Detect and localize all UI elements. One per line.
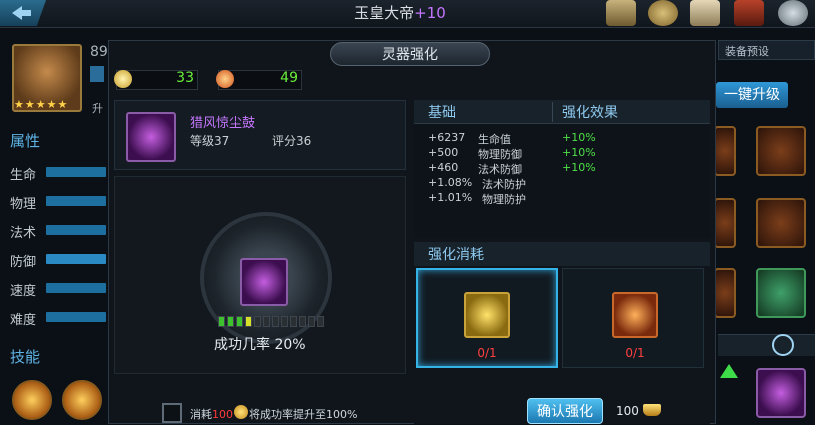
confirm-gold-cost: 100	[616, 404, 639, 418]
progress-pip	[227, 316, 234, 327]
item-name: 猎风惊尘鼓	[190, 116, 256, 131]
equip-slot-2[interactable]	[756, 126, 806, 176]
equip-slot-5[interactable]	[714, 268, 736, 318]
item-level: 等级37	[190, 134, 230, 148]
attr-defense-bar	[46, 254, 106, 264]
attr-defense-label: 防御	[10, 255, 37, 270]
progress-pip	[299, 316, 306, 327]
hero-level: 89	[90, 44, 108, 60]
equipped-drum-slot[interactable]	[756, 368, 806, 418]
bonus-header: 强化效果	[562, 105, 618, 121]
attr-difficulty-bar	[46, 312, 106, 322]
attr-hp-bar	[46, 167, 106, 177]
stat-base: +460	[428, 161, 459, 174]
medal-icon[interactable]	[648, 0, 678, 26]
fire-crystal-icon	[612, 292, 658, 338]
hero-stars: ★★★★★	[14, 98, 69, 111]
stat-base: +6237	[428, 131, 466, 144]
progress-pip	[263, 316, 270, 327]
one-click-upgrade-button[interactable]: 一键升级	[716, 82, 788, 108]
consume-prefix: 消耗	[190, 408, 212, 421]
progress-pip	[281, 316, 288, 327]
equipment-preset-tab[interactable]: 装备预设	[718, 40, 815, 60]
progress-pip	[254, 316, 261, 327]
gold-ingot-icon	[643, 404, 661, 416]
fire-stone-icon	[216, 70, 234, 88]
gold-coin-icon	[234, 405, 248, 419]
upgrade-partial-label: 升	[92, 102, 103, 115]
progress-pip	[308, 316, 315, 327]
stat-name: 物理防御	[478, 148, 522, 161]
stat-bonus: +10%	[562, 146, 596, 159]
hero-bonus: +10	[414, 4, 446, 22]
document-icon[interactable]	[690, 0, 720, 26]
stat-bonus: +10%	[562, 161, 596, 174]
base-header: 基础	[428, 105, 456, 121]
consume-suffix: 将成功率提升至100%	[249, 408, 358, 421]
stat-bonus: +10%	[562, 131, 596, 144]
success-rate: 成功几率 20%	[214, 337, 306, 353]
guarantee-checkbox[interactable]	[162, 403, 182, 423]
magnifier-icon[interactable]	[778, 0, 808, 26]
progress-pip	[290, 316, 297, 327]
item-score: 评分36	[272, 134, 312, 148]
progress-pip	[236, 316, 243, 327]
attr-hp-label: 生命	[10, 168, 37, 183]
skills-title: 技能	[10, 348, 41, 366]
stat-name: 法术防御	[478, 163, 522, 176]
gold-stone-icon	[464, 292, 510, 338]
cost-1-count: 0/1	[477, 346, 497, 360]
cost-2-count: 0/1	[625, 346, 645, 360]
progress-pip	[218, 316, 225, 327]
attr-speed-bar	[46, 283, 106, 293]
back-arrow-icon	[12, 6, 31, 20]
stat-base: +1.08%	[428, 176, 473, 189]
equip-slot-1[interactable]	[714, 126, 736, 176]
guarantee-text: 消耗100 将成功率提升至100%	[190, 406, 357, 422]
consume-amount: 100	[212, 408, 233, 421]
drum-item-icon[interactable]	[126, 112, 176, 162]
spirit-crystal-icon	[114, 70, 132, 88]
success-progress-pips	[218, 316, 324, 327]
hero-exp-bar	[90, 66, 104, 82]
hero-title: 玉皇大帝+10	[300, 2, 500, 23]
header-divider	[552, 102, 553, 122]
target-icon[interactable]	[772, 334, 794, 356]
stat-base: +500	[428, 146, 459, 159]
upgrade-arrow-icon	[720, 364, 738, 378]
skill-1-icon[interactable]	[12, 380, 52, 420]
confirm-refine-button[interactable]: 确认强化	[527, 398, 603, 424]
resource-2-value: 49	[280, 70, 298, 86]
hero-name: 玉皇大帝	[354, 4, 415, 22]
stat-name: 生命值	[478, 133, 511, 146]
lower-tab-bar	[718, 334, 815, 356]
attr-magic-label: 法术	[10, 226, 37, 241]
attr-difficulty-label: 难度	[10, 313, 37, 328]
panel-title: 灵器强化	[330, 42, 490, 66]
cost-title: 强化消耗	[428, 247, 484, 263]
dial-drum-icon	[240, 258, 288, 306]
attr-physical-label: 物理	[10, 197, 37, 212]
scroll-icon[interactable]	[606, 0, 636, 26]
attr-speed-label: 速度	[10, 284, 37, 299]
skill-2-icon[interactable]	[62, 380, 102, 420]
attributes-title: 属性	[10, 132, 41, 150]
attr-magic-bar	[46, 225, 106, 235]
stat-name: 法术防护	[482, 178, 526, 191]
book-icon[interactable]	[734, 0, 764, 26]
resource-1-value: 33	[176, 70, 194, 86]
progress-pip	[317, 316, 324, 327]
progress-pip	[245, 316, 252, 327]
progress-pip	[272, 316, 279, 327]
stat-name: 物理防护	[482, 193, 526, 206]
stat-base: +1.01%	[428, 191, 473, 204]
equip-slot-4[interactable]	[756, 198, 806, 248]
equip-slot-6[interactable]	[756, 268, 806, 318]
attr-physical-bar	[46, 196, 106, 206]
equip-slot-3[interactable]	[714, 198, 736, 248]
